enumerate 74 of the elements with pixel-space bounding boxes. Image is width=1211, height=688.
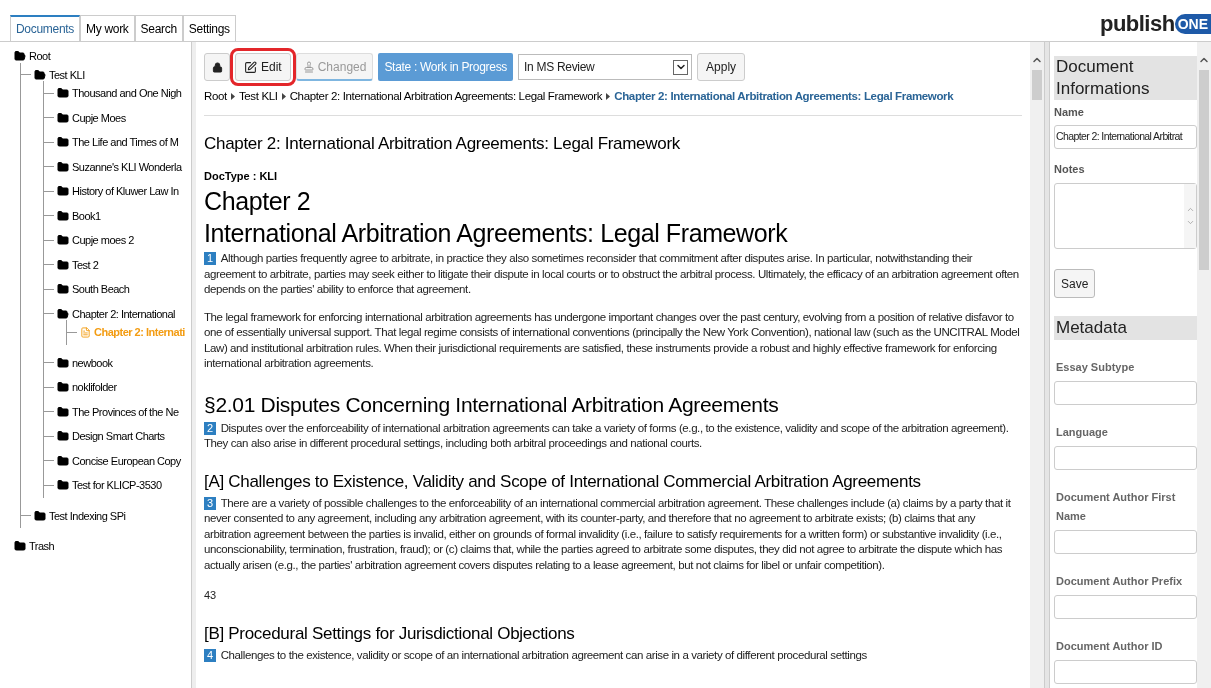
paragraph: 1 Although parties frequently agree to arbitrate, in practice they also sometimes reconsider that commitment after disputes arise. In particular, notwithstanding their agreement to arbitrate, parties may seek either to litigate their dispute in local courts or to obstruct the arbitral process. Ultimately, the efficacy of an arbitration agreement often depends on the parties' ability to enforce that agreement. xyxy=(204,251,1020,298)
paragraph: The legal framework for enforcing international arbitration agreements has undergone important changes over the past century, evolving from a position of relative disfavor to one of essentially universal support. That legal regime consists of international conventions (principally the New York Convention), national law (such as the UNCITRAL Model Law) and institutional arbitration rules. When their jurisdictional requirements are satisfied, these instruments provide a robust and highly effective framework for enforcing international arbitration agreements. xyxy=(204,309,1021,372)
text-field[interactable] xyxy=(1054,530,1197,554)
tree-item[interactable]: Test Indexing SPi xyxy=(49,507,126,524)
tab[interactable]: Settings xyxy=(182,15,236,41)
tree-item[interactable]: Cupje Moes xyxy=(72,109,126,126)
section-heading: §2.01 Disputes Concerning International Arbitration Agreements xyxy=(204,391,780,418)
separator-icon xyxy=(606,93,611,101)
tree-item[interactable]: The Life and Times of M xyxy=(72,134,179,151)
field-label: Name xyxy=(1054,105,1085,120)
tree-item[interactable]: Thousand and One Nigh xyxy=(72,85,182,102)
scrollbar[interactable] xyxy=(1197,42,1211,688)
field-label: Document Author Prefix xyxy=(1055,574,1184,589)
tree-item[interactable]: noklifolder xyxy=(72,379,117,396)
apply-button[interactable]: Apply xyxy=(697,53,746,81)
text-field[interactable] xyxy=(1054,595,1197,619)
breadcrumb-link[interactable]: Chapter 2: International Arbitration Agreements: Legal Framework xyxy=(289,88,603,106)
tree-item[interactable]: Test KLI xyxy=(49,66,85,83)
tree-item[interactable]: Test 2 xyxy=(72,256,99,273)
field-label: Notes xyxy=(1054,161,1086,177)
tree-item[interactable]: The Provinces of the Ne xyxy=(72,403,179,420)
logo: publish ONE xyxy=(1099,12,1211,35)
field-label: Document Author ID xyxy=(1055,639,1164,654)
tree-item[interactable]: Suzanne's KLI Wonderla xyxy=(72,158,182,175)
chapter-heading: International Arbitration Agreements: Legal Framework xyxy=(204,218,789,249)
breadcrumb-link[interactable]: Root xyxy=(204,88,227,106)
breadcrumb-link[interactable]: Test KLI xyxy=(238,88,278,106)
text-field[interactable] xyxy=(1054,446,1197,470)
save-button[interactable]: Save xyxy=(1054,269,1096,298)
scroll-thumb[interactable] xyxy=(1199,70,1209,270)
lock-icon xyxy=(211,61,223,73)
tree-item[interactable]: Design Smart Charts xyxy=(72,428,165,445)
text-field[interactable] xyxy=(1054,660,1197,684)
lock-button[interactable] xyxy=(204,53,230,81)
breadcrumb-link[interactable]: Chapter 2: International Arbitration Agreements: Legal Framework xyxy=(614,88,954,106)
state-select[interactable]: In MS Review xyxy=(518,54,693,80)
tree-item[interactable]: Book1 xyxy=(72,207,101,224)
tree-item[interactable]: Cupje moes 2 xyxy=(72,232,134,249)
panel-header: Document Informations xyxy=(1054,56,1197,100)
scrollbar[interactable] xyxy=(1030,42,1044,688)
paragraph: 3 There are a variety of possible challenges to the enforceability of an international commercial arbitration agreement. These challenges include (a) claims by a party that it never consented to any agreement, including any arbitration agreement, with its counter-party, and therefore that no agreement to arbitrate exists; (b) claims that any arbitration agreement between the parties is invalid, either on grounds of formal invalidity (i.e., failure to satisfy requirements for a written form) or substantive invalidity (i.e., unconscionability, termination, frustration, fraud); or (c) claims that, while the parties agreed to arbitrate some disputes, they did not agree to arbitrate the dispute which has actually arisen (e.g., the parties' arbitration agreement covers disputes relating to a lease agreement, but not claims for libel or unfair competition). xyxy=(204,495,1012,573)
document-title: Chapter 2: International Arbitration Agreements: Legal Framework xyxy=(204,133,681,156)
separator-icon xyxy=(230,93,235,101)
doctype-label: DocType : KLI xyxy=(204,168,279,184)
text-field[interactable] xyxy=(1054,381,1197,405)
field-label: Language xyxy=(1055,425,1109,440)
field-label: Document Author First Name xyxy=(1055,490,1177,524)
tab[interactable]: Search xyxy=(134,15,183,41)
chapter-heading: Chapter 2 xyxy=(204,186,312,217)
page-number: 43 xyxy=(204,588,218,604)
edit-icon xyxy=(244,60,257,74)
tree-item[interactable]: Root xyxy=(29,48,51,65)
tree-item[interactable]: History of Kluwer Law In xyxy=(72,183,179,200)
panel-header: Metadata xyxy=(1054,316,1197,340)
tree-item[interactable]: newbook xyxy=(72,354,113,371)
state-badge: State : Work in Progress xyxy=(378,53,514,81)
scroll-thumb[interactable] xyxy=(1032,70,1042,100)
scroll-down-icon[interactable] xyxy=(1185,218,1195,227)
name-field[interactable]: Chapter 2: International Arbitrat xyxy=(1054,124,1197,149)
paragraph: 4 Challenges to the existence, validity or scope of an international arbitration agreement can arise in a variety of different procedural settings xyxy=(204,647,1022,664)
paragraph: 2 Disputes over the enforceability of international arbitration agreements can take a variety of forms (e.g., to the existence, validity and scope of the arbitration agreement). They can also arise in different procedural settings, including both arbitral proceedings and national courts. xyxy=(204,420,1010,452)
tree-item[interactable]: South Beach xyxy=(72,281,130,298)
notes-field[interactable] xyxy=(1054,183,1197,249)
tree-item[interactable]: Chapter 2: International xyxy=(72,305,175,322)
subsection-heading: [B] Procedural Settings for Jurisdictional Objections xyxy=(204,622,576,645)
subsection-heading: [A] Challenges to Existence, Validity and Scope of International Commercial Arbitration Agreements xyxy=(204,470,922,493)
tab[interactable]: Documents xyxy=(10,15,80,41)
stamp-icon xyxy=(302,60,315,73)
tree-item[interactable]: Trash xyxy=(29,538,55,555)
tree-item[interactable]: Test for KLICP-3530 xyxy=(72,477,162,494)
field-label: Essay Subtype xyxy=(1055,360,1136,375)
separator-icon xyxy=(281,93,286,101)
tab[interactable]: My work xyxy=(80,15,135,41)
tree-item[interactable]: Concise European Copy xyxy=(72,452,181,469)
